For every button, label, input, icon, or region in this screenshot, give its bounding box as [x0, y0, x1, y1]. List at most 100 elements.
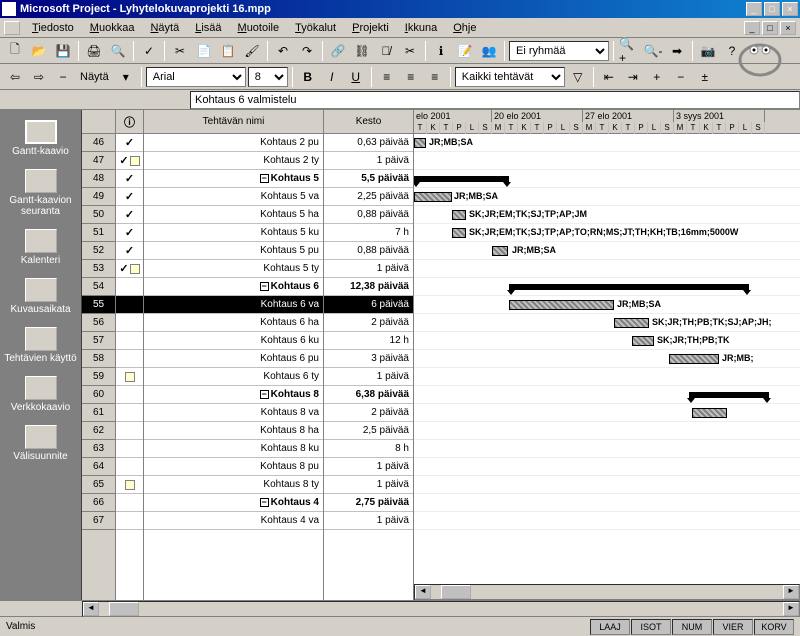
indicator-cell[interactable]: ✓ [116, 170, 143, 188]
task-cell[interactable]: −Kohtaus 5 [144, 170, 323, 188]
row-header[interactable]: 67 [82, 512, 115, 530]
indicator-cell[interactable] [116, 458, 143, 476]
font-select[interactable]: Arial [146, 67, 246, 87]
task-cell[interactable]: Kohtaus 2 pu [144, 134, 323, 152]
collapse-icon[interactable]: − [260, 282, 269, 291]
paste-button[interactable]: 📋 [217, 40, 239, 62]
indicator-cell[interactable]: ✓ [116, 242, 143, 260]
duration-cell[interactable]: 7 h [324, 224, 413, 242]
indicator-cell[interactable]: ✓ [116, 152, 143, 170]
indicator-cell[interactable] [116, 350, 143, 368]
row-header[interactable]: 58 [82, 350, 115, 368]
duration-cell[interactable]: 8 h [324, 440, 413, 458]
spellcheck-button[interactable]: ✓ [138, 40, 160, 62]
align-right-button[interactable]: ≡ [424, 66, 446, 88]
row-header[interactable]: 53 [82, 260, 115, 278]
gantt-bar[interactable] [414, 138, 426, 148]
gantt-row[interactable] [414, 152, 800, 170]
print-button[interactable]: 🖨 [83, 40, 105, 62]
close-button[interactable]: × [782, 2, 798, 16]
view-gantt-kaavio[interactable]: Gantt-kaavio [0, 114, 81, 163]
row-header[interactable]: 64 [82, 458, 115, 476]
gantt-bar[interactable] [692, 408, 727, 418]
gantt-bar[interactable] [669, 354, 719, 364]
undo-button[interactable]: ↶ [272, 40, 294, 62]
maximize-button[interactable]: □ [764, 2, 780, 16]
row-header[interactable]: 46 [82, 134, 115, 152]
unlink-tasks-button[interactable]: ⛓̸ [375, 40, 397, 62]
gantt-bar[interactable] [632, 336, 654, 346]
indicator-cell[interactable]: ✓ [116, 260, 143, 278]
duration-cell[interactable]: 1 päivä [324, 260, 413, 278]
indicator-cell[interactable]: ✓ [116, 188, 143, 206]
row-header[interactable]: 60 [82, 386, 115, 404]
nav-forward-button[interactable]: ⇨ [28, 66, 50, 88]
gantt-row[interactable]: JR;MB;SA [414, 188, 800, 206]
split-task-button[interactable]: ✂ [399, 40, 421, 62]
indicator-cell[interactable] [116, 314, 143, 332]
row-header[interactable]: 66 [82, 494, 115, 512]
hide-subtasks-button[interactable]: − [670, 66, 692, 88]
indicator-cell[interactable]: ✓ [116, 206, 143, 224]
indicator-cell[interactable] [116, 332, 143, 350]
task-cell[interactable]: −Kohtaus 4 [144, 494, 323, 512]
print-preview-button[interactable]: 🔍 [107, 40, 129, 62]
task-cell[interactable]: Kohtaus 5 ku [144, 224, 323, 242]
duration-cell[interactable]: 2,5 päivää [324, 422, 413, 440]
goto-task-button[interactable]: ➡ [666, 40, 688, 62]
bold-button[interactable]: B [297, 66, 319, 88]
zoom-in-button[interactable]: 🔍+ [618, 40, 640, 62]
row-header[interactable]: 62 [82, 422, 115, 440]
gantt-row[interactable]: JR;MB;SA [414, 296, 800, 314]
duration-cell[interactable]: 0,88 päivää [324, 242, 413, 260]
row-header[interactable]: 48 [82, 170, 115, 188]
indicator-cell[interactable]: ✓ [116, 134, 143, 152]
view-kalenteri[interactable]: Kalenteri [0, 223, 81, 272]
zoom-out-button[interactable]: 🔍- [642, 40, 664, 62]
gantt-row[interactable] [414, 494, 800, 512]
indicator-header[interactable]: ⓘ [116, 110, 143, 134]
gantt-bar[interactable] [509, 300, 614, 310]
gantt-row[interactable] [414, 476, 800, 494]
duration-cell[interactable]: 0,63 päivää [324, 134, 413, 152]
task-cell[interactable]: Kohtaus 5 ha [144, 206, 323, 224]
save-button[interactable]: 💾 [52, 40, 74, 62]
format-painter-button[interactable]: 🖌 [241, 40, 263, 62]
gantt-row[interactable]: JR;MB;SA [414, 242, 800, 260]
help-button[interactable]: ? [721, 40, 743, 62]
duration-cell[interactable]: 6 päivää [324, 296, 413, 314]
gantt-bar[interactable] [452, 210, 466, 220]
nav-dropdown-button[interactable]: ▾ [115, 66, 137, 88]
row-header[interactable]: 55 [82, 296, 115, 314]
gantt-scrollbar-h[interactable]: ◄► [414, 584, 800, 600]
row-header[interactable]: 51 [82, 224, 115, 242]
row-header[interactable]: 56 [82, 314, 115, 332]
show-subtasks-button[interactable]: + [646, 66, 668, 88]
gantt-row[interactable] [414, 260, 800, 278]
task-cell[interactable]: Kohtaus 5 ty [144, 260, 323, 278]
gantt-row[interactable] [414, 512, 800, 530]
duration-cell[interactable]: 6,38 päivää [324, 386, 413, 404]
font-size-select[interactable]: 8 [248, 67, 288, 87]
gantt-row[interactable] [414, 278, 800, 296]
menu-ohje[interactable]: Ohje [445, 20, 484, 36]
view-välisuunnite[interactable]: Välisuunnite [0, 419, 81, 468]
nav-up-button[interactable]: − [52, 66, 74, 88]
row-header[interactable]: 50 [82, 206, 115, 224]
align-left-button[interactable]: ≡ [376, 66, 398, 88]
gantt-bar[interactable] [414, 192, 452, 202]
redo-button[interactable]: ↷ [296, 40, 318, 62]
gantt-row[interactable] [414, 170, 800, 188]
view-verkkokaavio[interactable]: Verkkokaavio [0, 370, 81, 419]
duration-cell[interactable]: 2,25 päivää [324, 188, 413, 206]
indicator-cell[interactable] [116, 386, 143, 404]
collapse-icon[interactable]: − [260, 174, 269, 183]
outdent-button[interactable]: ⇤ [598, 66, 620, 88]
open-button[interactable]: 📂 [28, 40, 50, 62]
indicator-cell[interactable] [116, 440, 143, 458]
duration-cell[interactable]: 2,75 päivää [324, 494, 413, 512]
copy-button[interactable]: 📄 [193, 40, 215, 62]
menu-tiedosto[interactable]: Tiedosto [24, 20, 82, 36]
task-cell[interactable]: Kohtaus 8 ty [144, 476, 323, 494]
indicator-cell[interactable] [116, 422, 143, 440]
